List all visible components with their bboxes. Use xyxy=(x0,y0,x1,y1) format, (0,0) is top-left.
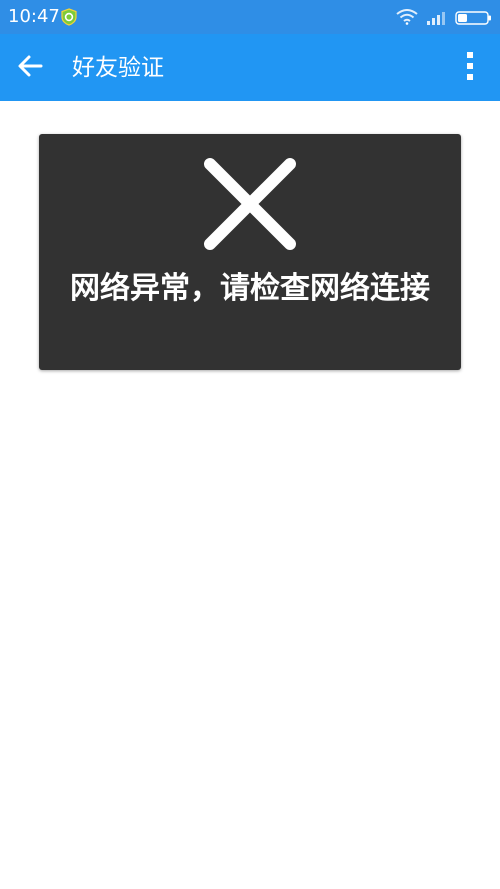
page-title: 好友验证 xyxy=(72,55,164,81)
signal-icon xyxy=(426,10,448,29)
status-bar: 10:47 xyxy=(0,0,500,34)
back-button[interactable] xyxy=(10,48,50,88)
app-bar: 好友验证 xyxy=(0,34,500,101)
close-icon xyxy=(200,154,300,254)
shield-app-icon xyxy=(60,8,78,30)
more-options-button[interactable] xyxy=(452,48,488,88)
wifi-icon xyxy=(396,9,418,29)
screen: 10:47 好友验证 网络异常，请检查网络连接 xyxy=(0,0,500,889)
error-toast: 网络异常，请检查网络连接 xyxy=(39,134,461,370)
battery-icon xyxy=(455,10,493,29)
arrow-left-icon xyxy=(17,53,43,83)
error-message: 网络异常，请检查网络连接 xyxy=(70,271,430,306)
more-vertical-icon xyxy=(465,50,475,86)
status-time: 10:47 xyxy=(8,6,60,27)
